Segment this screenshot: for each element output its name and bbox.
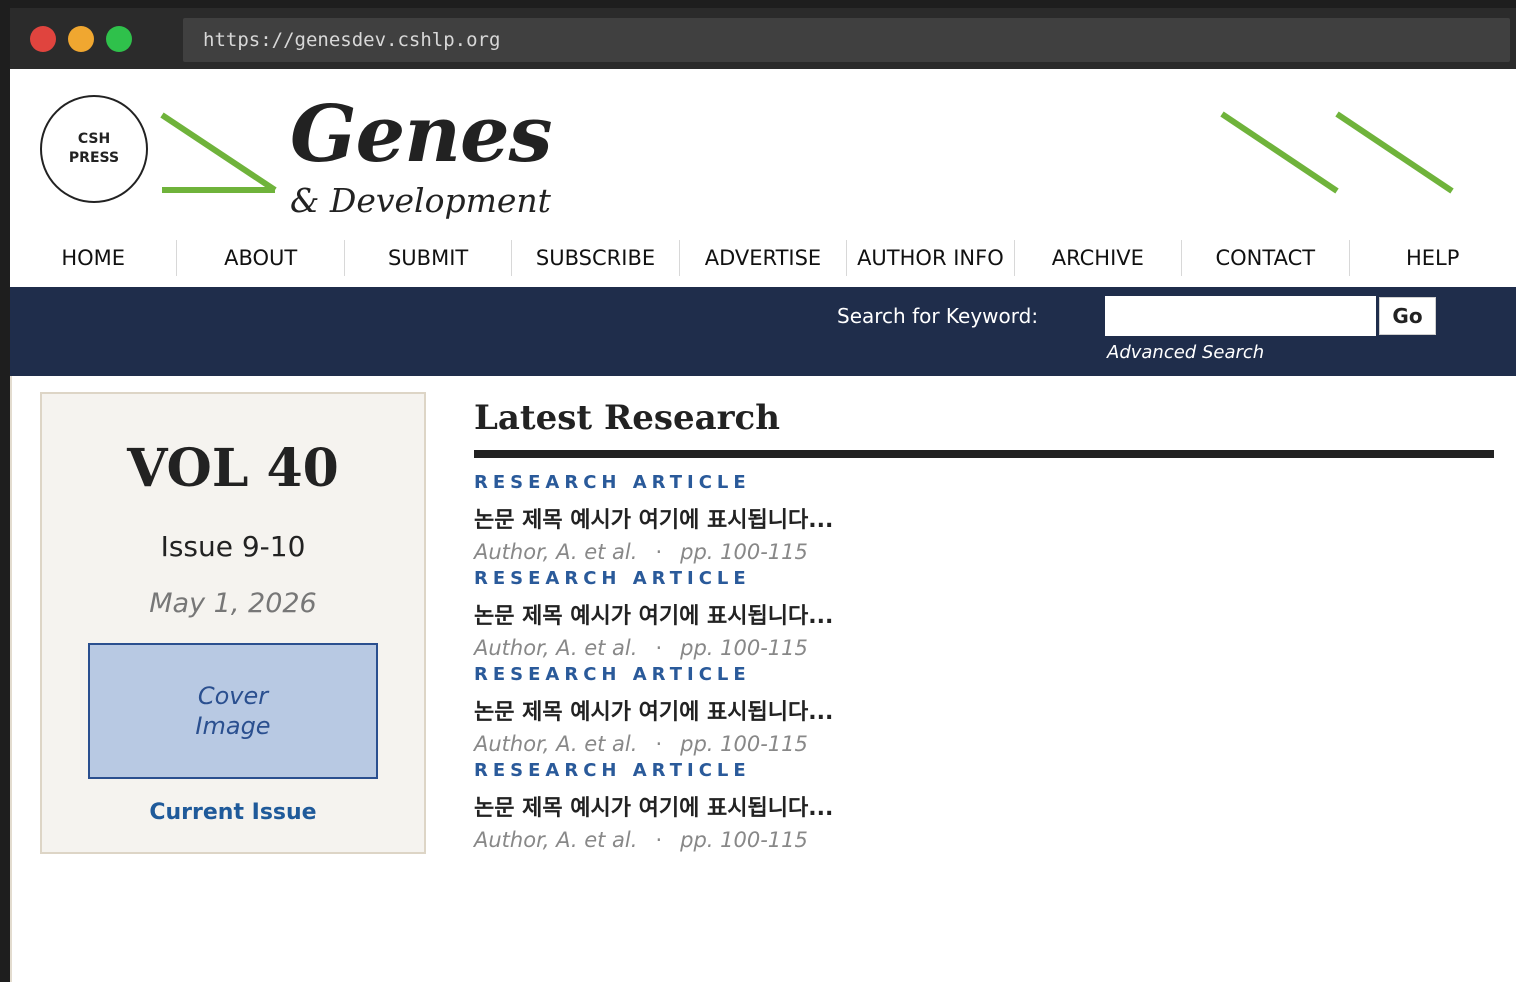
article-authors: Author, A. et al.: [474, 540, 638, 564]
address-bar[interactable]: https://genesdev.cshlp.org: [183, 18, 1510, 62]
article-pages: pp. 100-115: [680, 732, 808, 756]
article-item: RESEARCH ARTICLE 논문 제목 예시가 여기에 표시됩니다... …: [474, 664, 1374, 760]
article-title-link[interactable]: 논문 제목 예시가 여기에 표시됩니다...: [474, 790, 833, 822]
article-authors: Author, A. et al.: [474, 732, 638, 756]
article-meta: Author, A. et al. · pp. 100-115: [474, 828, 808, 852]
article-pages: pp. 100-115: [680, 636, 808, 660]
heading-divider: [474, 450, 1494, 458]
article-authors: Author, A. et al.: [474, 636, 638, 660]
volume-label: VOL 40: [127, 438, 339, 499]
journal-title[interactable]: Genes: [290, 89, 552, 180]
journal-subtitle: & Development: [290, 181, 551, 220]
nav-submit[interactable]: SUBMIT: [345, 240, 513, 276]
article-type: RESEARCH ARTICLE: [474, 472, 751, 493]
nav-home[interactable]: HOME: [10, 240, 178, 276]
article-title-link[interactable]: 논문 제목 예시가 여기에 표시됩니다...: [474, 598, 833, 630]
main-nav: HOME ABOUT SUBMIT SUBSCRIBE ADVERTISE AU…: [10, 232, 1516, 287]
nav-archive[interactable]: ARCHIVE: [1015, 240, 1183, 276]
current-issue-link[interactable]: Current Issue: [42, 800, 424, 825]
article-pages: pp. 100-115: [680, 828, 808, 852]
article-authors: Author, A. et al.: [474, 828, 638, 852]
article-type: RESEARCH ARTICLE: [474, 568, 751, 589]
article-pages: pp. 100-115: [680, 540, 808, 564]
article-meta: Author, A. et al. · pp. 100-115: [474, 540, 808, 564]
nav-contact[interactable]: CONTACT: [1182, 240, 1350, 276]
issue-date: May 1, 2026: [149, 588, 317, 619]
main-content: VOL 40 Issue 9-10 May 1, 2026 Cover Imag…: [10, 376, 1516, 982]
browser-toolbar: https://genesdev.cshlp.org: [10, 8, 1516, 69]
minimize-window-button[interactable]: [68, 26, 94, 52]
go-button[interactable]: Go: [1379, 297, 1436, 335]
article-item: RESEARCH ARTICLE 논문 제목 예시가 여기에 표시됩니다... …: [474, 568, 1374, 664]
search-label: Search for Keyword:: [837, 304, 1039, 328]
article-type: RESEARCH ARTICLE: [474, 760, 751, 781]
advanced-search-link[interactable]: Advanced Search: [1107, 342, 1264, 363]
maximize-window-button[interactable]: [106, 26, 132, 52]
nav-author-info[interactable]: AUTHOR INFO: [847, 240, 1015, 276]
article-meta: Author, A. et al. · pp. 100-115: [474, 636, 808, 660]
nav-about[interactable]: ABOUT: [177, 240, 345, 276]
search-bar: Search for Keyword: Go Advanced Search: [10, 287, 1516, 376]
nav-advertise[interactable]: ADVERTISE: [680, 240, 848, 276]
issue-number: Issue 9-10: [160, 530, 306, 563]
cover-image[interactable]: Cover Image: [88, 643, 378, 779]
nav-subscribe[interactable]: SUBSCRIBE: [512, 240, 680, 276]
browser-window: https://genesdev.cshlp.org CSH PRESS Gen…: [10, 8, 1516, 982]
article-item: RESEARCH ARTICLE 논문 제목 예시가 여기에 표시됩니다... …: [474, 472, 1374, 568]
article-item: RESEARCH ARTICLE 논문 제목 예시가 여기에 표시됩니다... …: [474, 760, 1374, 856]
nav-help[interactable]: HELP: [1350, 240, 1516, 276]
decorative-lines: [160, 111, 1454, 194]
masthead: CSH PRESS Genes & Development: [10, 69, 1516, 232]
article-title-link[interactable]: 논문 제목 예시가 여기에 표시됩니다...: [474, 502, 833, 534]
article-type: RESEARCH ARTICLE: [474, 664, 751, 685]
latest-research-heading: Latest Research: [474, 398, 780, 438]
current-issue-panel: VOL 40 Issue 9-10 May 1, 2026 Cover Imag…: [40, 392, 426, 854]
close-window-button[interactable]: [30, 26, 56, 52]
cover-image-label: Cover Image: [195, 682, 271, 740]
keyword-search-input[interactable]: [1105, 296, 1376, 336]
article-meta: Author, A. et al. · pp. 100-115: [474, 732, 808, 756]
article-title-link[interactable]: 논문 제목 예시가 여기에 표시됩니다...: [474, 694, 833, 726]
